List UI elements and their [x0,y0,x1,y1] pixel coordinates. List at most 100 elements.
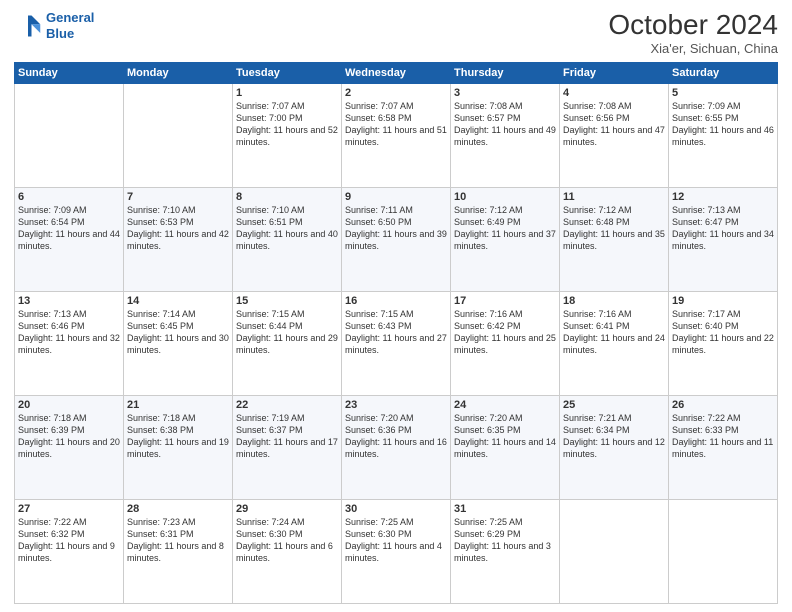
cell-detail: Sunrise: 7:18 AM Sunset: 6:38 PM Dayligh… [127,412,229,461]
day-number: 4 [563,87,665,99]
cell-detail: Sunrise: 7:10 AM Sunset: 6:53 PM Dayligh… [127,204,229,253]
calendar-cell: 28Sunrise: 7:23 AM Sunset: 6:31 PM Dayli… [124,499,233,603]
calendar-table: SundayMondayTuesdayWednesdayThursdayFrid… [14,62,778,604]
calendar-cell: 22Sunrise: 7:19 AM Sunset: 6:37 PM Dayli… [233,395,342,499]
weekday-header-cell: Thursday [451,62,560,83]
cell-detail: Sunrise: 7:25 AM Sunset: 6:30 PM Dayligh… [345,516,447,565]
calendar-cell: 5Sunrise: 7:09 AM Sunset: 6:55 PM Daylig… [669,83,778,187]
cell-detail: Sunrise: 7:08 AM Sunset: 6:56 PM Dayligh… [563,100,665,149]
calendar-week-row: 27Sunrise: 7:22 AM Sunset: 6:32 PM Dayli… [15,499,778,603]
day-number: 5 [672,87,774,99]
logo: General Blue [14,10,94,41]
cell-detail: Sunrise: 7:20 AM Sunset: 6:35 PM Dayligh… [454,412,556,461]
calendar-cell: 4Sunrise: 7:08 AM Sunset: 6:56 PM Daylig… [560,83,669,187]
calendar-cell: 7Sunrise: 7:10 AM Sunset: 6:53 PM Daylig… [124,187,233,291]
cell-detail: Sunrise: 7:22 AM Sunset: 6:33 PM Dayligh… [672,412,774,461]
weekday-header-cell: Tuesday [233,62,342,83]
calendar-cell: 12Sunrise: 7:13 AM Sunset: 6:47 PM Dayli… [669,187,778,291]
day-number: 25 [563,399,665,411]
day-number: 1 [236,87,338,99]
day-number: 29 [236,503,338,515]
cell-detail: Sunrise: 7:13 AM Sunset: 6:47 PM Dayligh… [672,204,774,253]
weekday-header-cell: Monday [124,62,233,83]
day-number: 3 [454,87,556,99]
day-number: 16 [345,295,447,307]
calendar-cell: 19Sunrise: 7:17 AM Sunset: 6:40 PM Dayli… [669,291,778,395]
day-number: 19 [672,295,774,307]
header: General Blue October 2024 Xia'er, Sichua… [14,10,778,56]
day-number: 22 [236,399,338,411]
calendar-week-row: 20Sunrise: 7:18 AM Sunset: 6:39 PM Dayli… [15,395,778,499]
calendar-cell: 24Sunrise: 7:20 AM Sunset: 6:35 PM Dayli… [451,395,560,499]
calendar-cell: 10Sunrise: 7:12 AM Sunset: 6:49 PM Dayli… [451,187,560,291]
day-number: 21 [127,399,229,411]
cell-detail: Sunrise: 7:10 AM Sunset: 6:51 PM Dayligh… [236,204,338,253]
calendar-cell: 17Sunrise: 7:16 AM Sunset: 6:42 PM Dayli… [451,291,560,395]
day-number: 31 [454,503,556,515]
calendar-cell [560,499,669,603]
calendar-cell: 29Sunrise: 7:24 AM Sunset: 6:30 PM Dayli… [233,499,342,603]
cell-detail: Sunrise: 7:22 AM Sunset: 6:32 PM Dayligh… [18,516,120,565]
cell-detail: Sunrise: 7:24 AM Sunset: 6:30 PM Dayligh… [236,516,338,565]
day-number: 2 [345,87,447,99]
cell-detail: Sunrise: 7:16 AM Sunset: 6:42 PM Dayligh… [454,308,556,357]
logo-text: General Blue [46,10,94,41]
logo-icon [14,12,42,40]
day-number: 26 [672,399,774,411]
day-number: 9 [345,191,447,203]
calendar-cell: 23Sunrise: 7:20 AM Sunset: 6:36 PM Dayli… [342,395,451,499]
calendar-cell: 2Sunrise: 7:07 AM Sunset: 6:58 PM Daylig… [342,83,451,187]
calendar-cell: 8Sunrise: 7:10 AM Sunset: 6:51 PM Daylig… [233,187,342,291]
cell-detail: Sunrise: 7:17 AM Sunset: 6:40 PM Dayligh… [672,308,774,357]
calendar-cell: 30Sunrise: 7:25 AM Sunset: 6:30 PM Dayli… [342,499,451,603]
calendar-cell: 20Sunrise: 7:18 AM Sunset: 6:39 PM Dayli… [15,395,124,499]
calendar-cell: 31Sunrise: 7:25 AM Sunset: 6:29 PM Dayli… [451,499,560,603]
cell-detail: Sunrise: 7:08 AM Sunset: 6:57 PM Dayligh… [454,100,556,149]
cell-detail: Sunrise: 7:18 AM Sunset: 6:39 PM Dayligh… [18,412,120,461]
calendar-cell: 13Sunrise: 7:13 AM Sunset: 6:46 PM Dayli… [15,291,124,395]
day-number: 15 [236,295,338,307]
calendar-cell: 6Sunrise: 7:09 AM Sunset: 6:54 PM Daylig… [15,187,124,291]
calendar-cell: 9Sunrise: 7:11 AM Sunset: 6:50 PM Daylig… [342,187,451,291]
weekday-header-cell: Saturday [669,62,778,83]
cell-detail: Sunrise: 7:12 AM Sunset: 6:48 PM Dayligh… [563,204,665,253]
calendar-cell: 15Sunrise: 7:15 AM Sunset: 6:44 PM Dayli… [233,291,342,395]
page: General Blue October 2024 Xia'er, Sichua… [0,0,792,612]
cell-detail: Sunrise: 7:23 AM Sunset: 6:31 PM Dayligh… [127,516,229,565]
day-number: 7 [127,191,229,203]
cell-detail: Sunrise: 7:09 AM Sunset: 6:54 PM Dayligh… [18,204,120,253]
calendar-cell: 1Sunrise: 7:07 AM Sunset: 7:00 PM Daylig… [233,83,342,187]
cell-detail: Sunrise: 7:13 AM Sunset: 6:46 PM Dayligh… [18,308,120,357]
calendar-cell: 16Sunrise: 7:15 AM Sunset: 6:43 PM Dayli… [342,291,451,395]
day-number: 10 [454,191,556,203]
day-number: 8 [236,191,338,203]
calendar-week-row: 1Sunrise: 7:07 AM Sunset: 7:00 PM Daylig… [15,83,778,187]
day-number: 24 [454,399,556,411]
cell-detail: Sunrise: 7:15 AM Sunset: 6:43 PM Dayligh… [345,308,447,357]
calendar-cell: 3Sunrise: 7:08 AM Sunset: 6:57 PM Daylig… [451,83,560,187]
calendar-cell: 11Sunrise: 7:12 AM Sunset: 6:48 PM Dayli… [560,187,669,291]
cell-detail: Sunrise: 7:14 AM Sunset: 6:45 PM Dayligh… [127,308,229,357]
day-number: 18 [563,295,665,307]
weekday-header-cell: Sunday [15,62,124,83]
cell-detail: Sunrise: 7:12 AM Sunset: 6:49 PM Dayligh… [454,204,556,253]
calendar-body: 1Sunrise: 7:07 AM Sunset: 7:00 PM Daylig… [15,83,778,603]
cell-detail: Sunrise: 7:25 AM Sunset: 6:29 PM Dayligh… [454,516,556,565]
cell-detail: Sunrise: 7:20 AM Sunset: 6:36 PM Dayligh… [345,412,447,461]
day-number: 27 [18,503,120,515]
day-number: 6 [18,191,120,203]
calendar-cell: 21Sunrise: 7:18 AM Sunset: 6:38 PM Dayli… [124,395,233,499]
calendar-week-row: 13Sunrise: 7:13 AM Sunset: 6:46 PM Dayli… [15,291,778,395]
weekday-header: SundayMondayTuesdayWednesdayThursdayFrid… [15,62,778,83]
calendar-cell: 18Sunrise: 7:16 AM Sunset: 6:41 PM Dayli… [560,291,669,395]
cell-detail: Sunrise: 7:16 AM Sunset: 6:41 PM Dayligh… [563,308,665,357]
day-number: 20 [18,399,120,411]
calendar-cell: 25Sunrise: 7:21 AM Sunset: 6:34 PM Dayli… [560,395,669,499]
weekday-header-cell: Wednesday [342,62,451,83]
cell-detail: Sunrise: 7:21 AM Sunset: 6:34 PM Dayligh… [563,412,665,461]
cell-detail: Sunrise: 7:11 AM Sunset: 6:50 PM Dayligh… [345,204,447,253]
day-number: 13 [18,295,120,307]
calendar-cell [669,499,778,603]
day-number: 30 [345,503,447,515]
cell-detail: Sunrise: 7:09 AM Sunset: 6:55 PM Dayligh… [672,100,774,149]
